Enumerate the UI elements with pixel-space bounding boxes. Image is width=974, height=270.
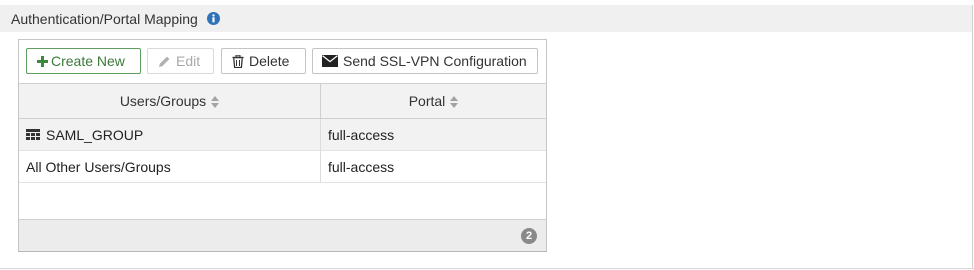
column-header-portal[interactable]: Portal [321, 84, 546, 118]
info-icon[interactable] [206, 12, 220, 25]
delete-label: Delete [249, 53, 290, 69]
send-ssl-vpn-config-button[interactable]: Send SSL-VPN Configuration [312, 48, 538, 74]
edit-label: Edit [176, 53, 201, 69]
create-new-label: Create New [51, 53, 125, 69]
create-new-button[interactable]: Create New [26, 48, 141, 74]
envelope-icon [322, 55, 338, 67]
table-row[interactable]: SAML_GROUP full-access [19, 119, 546, 151]
portal-value: full-access [328, 158, 395, 175]
portal-cell: full-access [321, 151, 546, 182]
section-bottom-border [0, 268, 974, 269]
section-header: Authentication/Portal Mapping [0, 5, 972, 32]
delete-button[interactable]: Delete [221, 48, 306, 74]
section-title: Authentication/Portal Mapping [11, 10, 198, 27]
users-groups-cell: All Other Users/Groups [19, 151, 321, 182]
column-header-label: Users/Groups [119, 93, 207, 109]
toolbar: Create New Edit Delete Send SSL-VPN Conf… [19, 40, 546, 83]
column-header-label: Portal [408, 93, 446, 109]
trash-icon [232, 54, 244, 68]
user-group-icon [26, 127, 40, 143]
plus-icon [37, 55, 48, 67]
users-groups-value: All Other Users/Groups [26, 158, 171, 175]
edit-button[interactable]: Edit [147, 48, 214, 74]
users-groups-value: SAML_GROUP [46, 126, 144, 143]
table-footer: 2 [19, 219, 546, 251]
portal-value: full-access [328, 126, 395, 143]
users-groups-cell: SAML_GROUP [19, 119, 321, 150]
sort-icon [211, 95, 220, 108]
mapping-table-panel: Create New Edit Delete Send SSL-VPN Conf… [18, 39, 547, 252]
sort-icon [450, 95, 459, 108]
send-ssl-vpn-label: Send SSL-VPN Configuration [343, 53, 527, 69]
table-row[interactable]: All Other Users/Groups full-access [19, 151, 546, 183]
panel-right-border [972, 5, 973, 269]
row-count-badge: 2 [521, 228, 537, 244]
pencil-icon [158, 55, 171, 68]
table-header: Users/Groups Portal [19, 83, 546, 119]
portal-cell: full-access [321, 119, 546, 150]
column-header-users-groups[interactable]: Users/Groups [19, 84, 321, 118]
